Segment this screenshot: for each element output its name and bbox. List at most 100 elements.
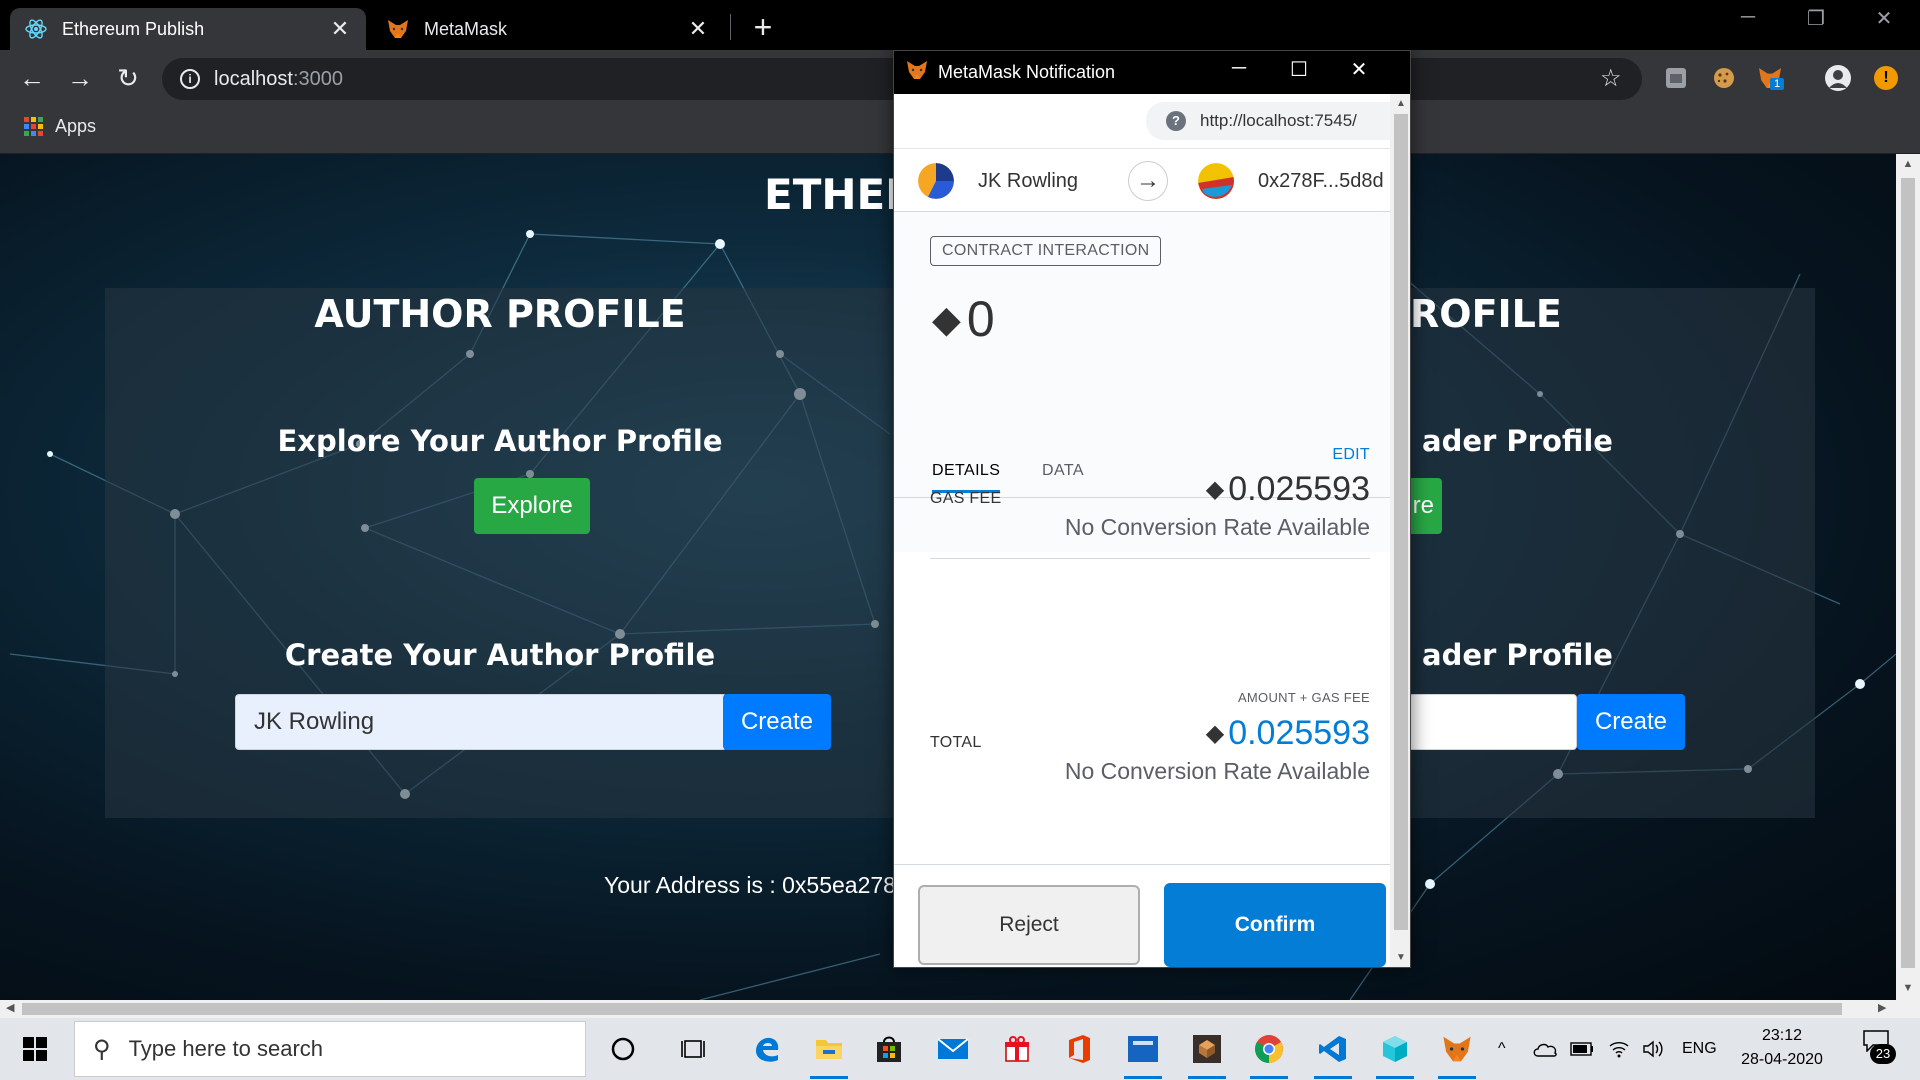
- confirm-button[interactable]: Confirm: [1164, 883, 1386, 967]
- url-host: localhost: [214, 67, 293, 90]
- total-value: 0.025593: [1228, 714, 1370, 752]
- total-conversion: No Conversion Rate Available: [1064, 758, 1370, 784]
- window-close-button[interactable]: ✕: [1864, 6, 1904, 31]
- chrome-icon[interactable]: [1246, 1026, 1292, 1079]
- page-horizontal-scrollbar[interactable]: ◀ ▶: [0, 1000, 1920, 1018]
- file-explorer-icon[interactable]: [806, 1026, 852, 1079]
- recipient-avatar-icon: [1198, 163, 1234, 199]
- ethereum-icon: ◆: [1205, 476, 1225, 503]
- edit-gas-link[interactable]: EDIT: [1332, 446, 1370, 464]
- wallet-address-text: Your Address is : 0x55ea278: [604, 872, 896, 898]
- contract-interaction-badge: CONTRACT INTERACTION: [930, 236, 1162, 266]
- explore-reader-heading: ader Profile: [1422, 424, 1613, 458]
- gas-fee-label: GAS FEE: [930, 490, 1002, 507]
- back-arrow-icon[interactable]: ←: [16, 62, 48, 94]
- sender-name: JK Rowling: [978, 169, 1079, 192]
- metamask-scrollbar[interactable]: ▲ ▼: [1390, 94, 1410, 967]
- store-icon[interactable]: [866, 1026, 912, 1072]
- box-app-icon[interactable]: [1184, 1026, 1230, 1079]
- onedrive-icon[interactable]: [1532, 1018, 1558, 1080]
- apps-grid-icon: [24, 117, 43, 136]
- cortana-icon[interactable]: [600, 1026, 646, 1072]
- windows-logo-icon: [23, 1037, 47, 1061]
- scroll-up-arrow-icon[interactable]: ▲: [1896, 158, 1920, 170]
- tab-close-icon[interactable]: ✕: [686, 16, 710, 42]
- scroll-up-arrow-icon[interactable]: ▲: [1390, 98, 1410, 109]
- scroll-thumb[interactable]: [1901, 178, 1915, 968]
- recipient-account[interactable]: 0x278F...5d8d: [1198, 149, 1384, 213]
- scroll-thumb[interactable]: [1394, 114, 1408, 930]
- start-button[interactable]: [0, 1018, 70, 1080]
- reject-button[interactable]: Reject: [918, 885, 1140, 965]
- window-restore-button[interactable]: ❐: [1796, 6, 1836, 31]
- maximize-icon[interactable]: ☐: [1284, 57, 1314, 82]
- reload-icon[interactable]: ↻: [112, 62, 144, 94]
- react-icon: [24, 17, 48, 41]
- extension-badge: 1: [1770, 78, 1785, 90]
- tab-ethereum-publish[interactable]: Ethereum Publish ✕: [10, 8, 366, 50]
- create-author-heading: Create Your Author Profile: [284, 638, 716, 672]
- total-label: TOTAL: [930, 734, 982, 751]
- page-vertical-scrollbar[interactable]: ▲ ▼: [1896, 154, 1920, 1000]
- window-minimize-button[interactable]: ─: [1728, 6, 1768, 29]
- info-icon[interactable]: i: [180, 69, 200, 89]
- author-name-input[interactable]: JK Rowling: [235, 694, 727, 750]
- ethereum-icon: ◆: [1205, 720, 1225, 747]
- cookie-icon[interactable]: [1710, 64, 1738, 92]
- alert-icon[interactable]: !: [1872, 64, 1900, 92]
- metamask-notification-window: MetaMask Notification ─ ☐ ✕ ? http://loc…: [893, 50, 1411, 968]
- vscode-icon[interactable]: [1310, 1026, 1356, 1079]
- create-author-button[interactable]: Create: [723, 694, 831, 750]
- windows-taskbar: ⚲ Type here to search ^ ENG 23:12 28-04-…: [0, 1018, 1920, 1080]
- wifi-icon[interactable]: [1608, 1018, 1630, 1080]
- profile-avatar-icon[interactable]: [1824, 64, 1852, 92]
- volume-icon[interactable]: [1642, 1018, 1666, 1080]
- scroll-left-arrow-icon[interactable]: ◀: [6, 1001, 14, 1014]
- author-profile-heading: AUTHOR PROFILE: [314, 292, 686, 336]
- extension-icon[interactable]: [1662, 64, 1690, 92]
- taskbar-clock[interactable]: 23:12 28-04-2020: [1730, 1024, 1834, 1072]
- tab-data[interactable]: DATA: [1042, 462, 1084, 490]
- tab-metamask[interactable]: MetaMask ✕: [372, 8, 724, 50]
- clock-time: 23:12: [1761, 1027, 1803, 1044]
- taskbar-search-box[interactable]: ⚲ Type here to search: [74, 1021, 586, 1077]
- scroll-thumb[interactable]: [22, 1003, 1842, 1015]
- total-amount: ◆ 0.025593: [1206, 714, 1370, 753]
- mail-icon[interactable]: [930, 1026, 976, 1072]
- close-icon[interactable]: ✕: [1344, 57, 1374, 82]
- divider: [930, 558, 1370, 559]
- explore-author-heading: Explore Your Author Profile: [277, 424, 723, 458]
- scroll-down-arrow-icon[interactable]: ▼: [1896, 982, 1920, 994]
- sender-account[interactable]: JK Rowling: [918, 149, 1078, 213]
- explore-author-button[interactable]: Explore: [474, 478, 590, 534]
- forward-arrow-icon[interactable]: →: [64, 62, 96, 94]
- apps-shortcut[interactable]: Apps: [24, 116, 96, 137]
- scroll-right-arrow-icon[interactable]: ▶: [1878, 1001, 1886, 1014]
- gift-icon[interactable]: [994, 1026, 1040, 1072]
- browser-tab-strip: Ethereum Publish ✕ MetaMask ✕ + ─ ❐ ✕: [0, 0, 1920, 50]
- office-icon[interactable]: [1056, 1026, 1102, 1072]
- tray-overflow-icon[interactable]: ^: [1498, 1018, 1506, 1080]
- tab-separator: [730, 14, 731, 40]
- new-tab-button[interactable]: +: [748, 8, 778, 46]
- bookmark-star-icon[interactable]: ☆: [1600, 64, 1622, 93]
- edge-icon[interactable]: [744, 1026, 790, 1072]
- metamask-fox-icon[interactable]: [1434, 1026, 1480, 1079]
- scroll-down-arrow-icon[interactable]: ▼: [1390, 952, 1410, 963]
- language-indicator[interactable]: ENG: [1682, 1018, 1717, 1080]
- notification-center-button[interactable]: 23: [1858, 1030, 1896, 1066]
- calculator-icon[interactable]: [1120, 1026, 1166, 1079]
- task-view-icon[interactable]: [672, 1026, 718, 1072]
- gas-fee-amount: ◆ 0.025593: [1206, 470, 1370, 509]
- tab-title: Ethereum Publish: [62, 18, 205, 39]
- tab-close-icon[interactable]: ✕: [328, 16, 352, 42]
- gas-fee-value: 0.025593: [1228, 470, 1370, 508]
- tab-details[interactable]: DETAILS: [932, 462, 1001, 493]
- metamask-fox-icon[interactable]: 1: [1756, 64, 1785, 92]
- metamask-content: ? http://localhost:7545/ JK Rowling → 0x…: [894, 94, 1390, 967]
- create-reader-heading: ader Profile: [1422, 638, 1613, 672]
- battery-icon[interactable]: [1570, 1018, 1594, 1080]
- cube-app-icon[interactable]: [1372, 1026, 1418, 1079]
- minimize-icon[interactable]: ─: [1224, 57, 1254, 80]
- create-reader-button[interactable]: Create: [1577, 694, 1685, 750]
